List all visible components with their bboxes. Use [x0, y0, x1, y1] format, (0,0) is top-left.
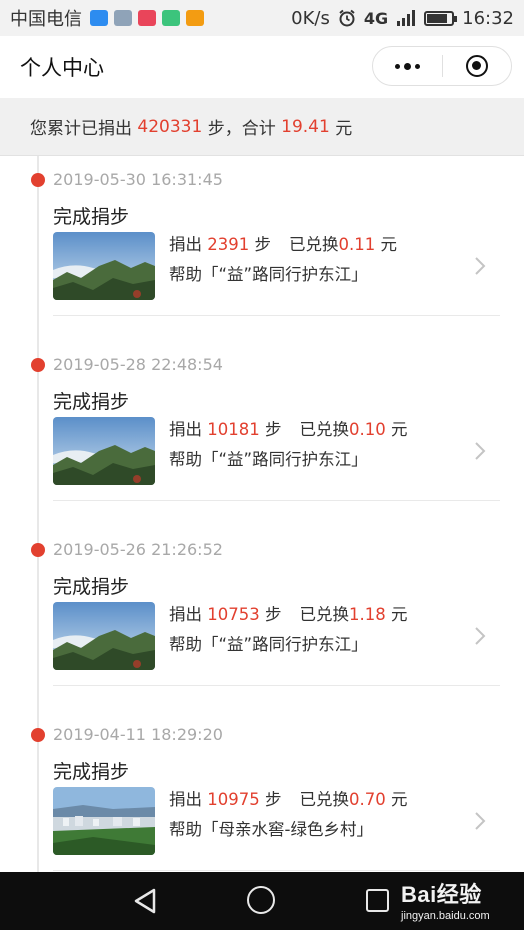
entry-thumbnail[interactable] [53, 232, 155, 300]
entry-title: 完成捐步 [53, 391, 130, 413]
steps-unit: 步 [265, 420, 282, 439]
timeline-dot [31, 358, 45, 372]
donation-summary: 您累计已捐出 420331 步，合计 19.41 元 [0, 98, 524, 156]
entry-currency: 元 [391, 420, 408, 439]
entry-project[interactable]: 帮助「“益”路同行护东江」 [169, 631, 368, 655]
net-speed: 0K/s [291, 7, 330, 29]
entry-currency: 元 [391, 790, 408, 809]
entry-project[interactable]: 帮助「母亲水窖-绿色乡村」 [169, 816, 373, 840]
exchange-label: 已兑换 [299, 605, 350, 624]
entry-thumbnail[interactable] [53, 787, 155, 855]
donation-timeline: 2019-05-30 16:31:45 完成捐步 捐出 2391 步已兑换0.1… [0, 156, 524, 872]
entry-amount: 0.10 [349, 420, 386, 439]
more-button[interactable] [373, 47, 442, 85]
entry-donation-line[interactable]: 捐出 2391 步已兑换0.11 元 [169, 231, 397, 255]
status-app-icon [186, 10, 204, 26]
entry-amount: 0.70 [349, 790, 386, 809]
entry-time: 2019-04-11 18:29:20 [53, 725, 223, 744]
entry-time: 2019-05-30 16:31:45 [53, 170, 223, 189]
summary-steps-unit: 步，合计 [207, 119, 276, 139]
close-button[interactable] [443, 47, 512, 85]
clock: 16:32 [462, 7, 514, 29]
network-type: 4G [363, 8, 389, 28]
exchange-label: 已兑换 [289, 235, 339, 254]
donate-label: 捐出 [169, 790, 202, 809]
entry-title: 完成捐步 [53, 761, 130, 783]
summary-prefix: 您累计已捐出 [30, 119, 132, 139]
donate-label: 捐出 [169, 235, 202, 254]
page-header: 个人中心 [0, 36, 524, 98]
summary-currency: 元 [335, 119, 353, 139]
mini-program-capsule [372, 46, 512, 86]
back-triangle-icon[interactable] [132, 887, 158, 915]
home-circle-icon[interactable] [247, 886, 275, 914]
more-dots-icon [394, 62, 420, 70]
donation-entry: 2019-05-30 16:31:45 完成捐步 捐出 2391 步已兑换0.1… [0, 156, 524, 326]
entry-time: 2019-05-28 22:48:54 [53, 355, 223, 374]
page-title: 个人中心 [20, 56, 104, 80]
status-bar: 中国电信 0K/s 4G 16:32 [0, 0, 524, 36]
entry-amount: 1.18 [349, 605, 386, 624]
entry-donation-line[interactable]: 捐出 10753 步已兑换1.18 元 [169, 601, 408, 625]
entry-steps: 10181 [207, 420, 260, 439]
entry-thumbnail[interactable] [53, 417, 155, 485]
summary-amount: 19.41 [281, 116, 330, 137]
steps-unit: 步 [265, 790, 282, 809]
chevron-right-icon [475, 257, 486, 275]
chevron-right-icon [475, 627, 486, 645]
donation-entry: 2019-04-11 18:29:20 完成捐步 捐出 10975 步已兑换0.… [0, 711, 524, 872]
baidu-watermark: Bai经验 jingyan.baidu.com [401, 877, 490, 922]
entry-currency: 元 [380, 235, 398, 254]
watermark-brand: Bai经验 [401, 882, 482, 907]
exchange-label: 已兑换 [299, 790, 350, 809]
carrier-label: 中国电信 [10, 9, 82, 30]
summary-steps: 420331 [137, 116, 203, 137]
status-app-icon [162, 10, 180, 26]
entry-time: 2019-05-26 21:26:52 [53, 540, 223, 559]
entry-amount: 0.11 [338, 235, 376, 254]
status-app-icon [114, 10, 132, 26]
entry-separator [53, 315, 500, 316]
thumbnail-village [53, 787, 155, 855]
entry-separator [53, 685, 500, 686]
entry-steps: 10975 [207, 790, 260, 809]
steps-unit: 步 [254, 235, 272, 254]
thumbnail-mountains [53, 232, 155, 300]
signal-icon [397, 10, 416, 26]
status-app-icon [138, 10, 156, 26]
exchange-label: 已兑换 [299, 420, 350, 439]
entry-title: 完成捐步 [53, 576, 130, 598]
entry-currency: 元 [391, 605, 408, 624]
recent-square-icon[interactable] [366, 889, 389, 912]
timeline-dot [31, 543, 45, 557]
timeline-dot [31, 173, 45, 187]
chevron-right-icon [475, 442, 486, 460]
battery-icon [424, 10, 458, 26]
entry-donation-line[interactable]: 捐出 10181 步已兑换0.10 元 [169, 416, 408, 440]
donate-label: 捐出 [169, 605, 202, 624]
entry-thumbnail[interactable] [53, 602, 155, 670]
chevron-right-icon [475, 812, 486, 830]
status-app-icon [90, 10, 108, 26]
watermark-url: jingyan.baidu.com [401, 910, 490, 922]
entry-separator [53, 870, 500, 871]
alarm-icon [339, 9, 355, 27]
entry-steps: 10753 [207, 605, 260, 624]
donation-entry: 2019-05-26 21:26:52 完成捐步 捐出 10753 步已兑换1.… [0, 526, 524, 696]
entry-project[interactable]: 帮助「“益”路同行护东江」 [169, 446, 368, 470]
donation-entry: 2019-05-28 22:48:54 完成捐步 捐出 10181 步已兑换0.… [0, 341, 524, 511]
thumbnail-mountains [53, 417, 155, 485]
entry-separator [53, 500, 500, 501]
target-circle-icon [465, 55, 488, 77]
donate-label: 捐出 [169, 420, 202, 439]
steps-unit: 步 [265, 605, 282, 624]
entry-title: 完成捐步 [53, 206, 130, 228]
timeline-dot [31, 728, 45, 742]
entry-donation-line[interactable]: 捐出 10975 步已兑换0.70 元 [169, 786, 408, 810]
android-nav-bar: Bai经验 jingyan.baidu.com [0, 872, 524, 930]
entry-project[interactable]: 帮助「“益”路同行护东江」 [169, 261, 368, 285]
thumbnail-mountains [53, 602, 155, 670]
entry-steps: 2391 [207, 235, 250, 254]
